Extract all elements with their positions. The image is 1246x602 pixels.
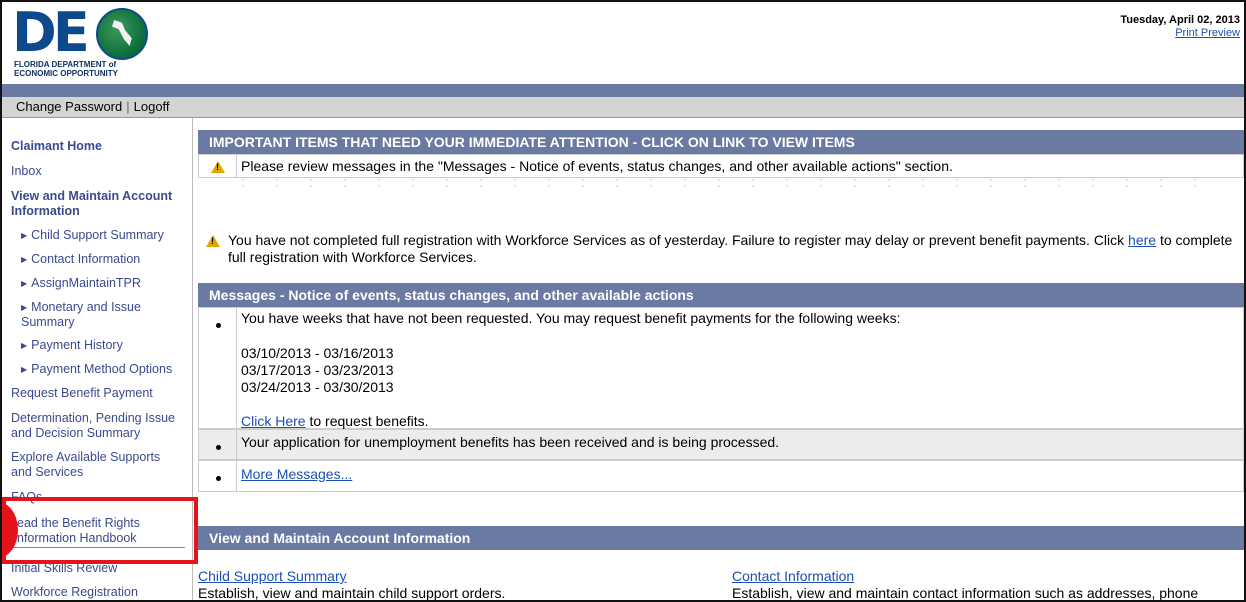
important-items-row: Please review messages in the "Messages … bbox=[198, 154, 1244, 178]
sidebar-item-label: AssignMaintainTPR bbox=[31, 276, 141, 290]
registration-warning: You have not completed full registration… bbox=[206, 232, 1236, 265]
sidebar-item-label: Contact Information bbox=[31, 252, 141, 266]
page-frame: DE FLORIDA DEPARTMENT of ECONOMIC OPPORT… bbox=[0, 0, 1246, 602]
sidebar-item-label: Monetary and Issue Summary bbox=[21, 300, 141, 329]
sidebar-item-determination[interactable]: Determination, Pending Issue and Decisio… bbox=[11, 411, 191, 441]
week-item: 03/10/2013 - 03/16/2013 bbox=[241, 345, 394, 361]
sidebar-item-payment-method-options[interactable]: ▶ Payment Method Options bbox=[21, 362, 172, 377]
bullet-icon bbox=[216, 476, 221, 481]
sidebar-item-label: Child Support Summary bbox=[31, 228, 164, 242]
more-messages-cell: More Messages... bbox=[241, 466, 1239, 483]
sidebar-item-child-support[interactable]: ▶ Child Support Summary bbox=[21, 228, 164, 243]
logo-text-line2: ECONOMIC OPPORTUNITY bbox=[14, 69, 119, 78]
application-message: Your application for unemployment benefi… bbox=[241, 434, 780, 450]
faded-separator bbox=[226, 177, 1216, 187]
child-support-block: Child Support Summary Establish, view an… bbox=[198, 568, 698, 601]
arrow-right-icon: ▶ bbox=[21, 231, 28, 240]
week-item: 03/17/2013 - 03/23/2013 bbox=[241, 362, 394, 378]
warning-icon-cell bbox=[199, 155, 237, 177]
account-section-header: View and Maintain Account Information bbox=[198, 526, 1244, 550]
messages-header: Messages - Notice of events, status chan… bbox=[198, 283, 1244, 307]
arrow-right-icon: ▶ bbox=[21, 341, 28, 350]
bullet-icon bbox=[216, 445, 221, 450]
logo-text-line1: FLORIDA DEPARTMENT of bbox=[14, 60, 117, 69]
registration-here-link[interactable]: here bbox=[1128, 232, 1156, 248]
contact-information-description: Establish, view and maintain contact inf… bbox=[732, 585, 1199, 601]
sidebar-item-label: Payment History bbox=[31, 338, 123, 352]
arrow-right-icon: ▶ bbox=[21, 303, 28, 312]
sidebar-item-workforce-registration[interactable]: Workforce Registration bbox=[11, 585, 138, 600]
registration-text-before: You have not completed full registration… bbox=[228, 232, 1129, 248]
arrow-right-icon: ▶ bbox=[21, 255, 28, 264]
important-message: Please review messages in the "Messages … bbox=[241, 158, 953, 174]
bullet-cell bbox=[199, 430, 237, 459]
date-area: Tuesday, April 02, 2013 Print Preview bbox=[1120, 14, 1240, 40]
sidebar-item-contact-information[interactable]: ▶ Contact Information bbox=[21, 252, 140, 267]
logo-text: FLORIDA DEPARTMENT of ECONOMIC OPPORTUNI… bbox=[14, 60, 118, 78]
main-content: IMPORTANT ITEMS THAT NEED YOUR IMMEDIATE… bbox=[198, 118, 1244, 601]
print-preview-link[interactable]: Print Preview bbox=[1120, 27, 1240, 40]
bullet-cell bbox=[199, 308, 237, 428]
child-support-summary-link[interactable]: Child Support Summary bbox=[198, 568, 347, 584]
more-messages-link[interactable]: More Messages... bbox=[241, 466, 352, 482]
request-benefits-line: Click Here to request benefits. bbox=[241, 413, 1239, 430]
week-item: 03/24/2013 - 03/30/2013 bbox=[241, 379, 394, 395]
sidebar-item-assign-maintain-tpr[interactable]: ▶ AssignMaintainTPR bbox=[21, 276, 141, 291]
arrow-right-icon: ▶ bbox=[21, 365, 28, 374]
sidebar-item-request-benefit-payment[interactable]: Request Benefit Payment bbox=[11, 386, 153, 401]
click-here-link[interactable]: Click Here bbox=[241, 413, 306, 429]
contact-info-block: Contact Information Establish, view and … bbox=[732, 568, 1242, 601]
click-here-suffix: to request benefits. bbox=[305, 413, 429, 429]
toolbar: Change Password | Logoff bbox=[2, 97, 1244, 118]
warning-icon bbox=[211, 161, 225, 173]
current-date: Tuesday, April 02, 2013 bbox=[1120, 14, 1240, 26]
message-row-application: Your application for unemployment benefi… bbox=[198, 429, 1244, 460]
change-password-link[interactable]: Change Password bbox=[12, 99, 126, 114]
sidebar-item-monetary-issue-summary[interactable]: ▶ Monetary and Issue Summary bbox=[21, 300, 171, 330]
weeks-message: You have weeks that have not been reques… bbox=[241, 310, 1239, 430]
sidebar-item-explore-supports[interactable]: Explore Available Supports and Services bbox=[11, 450, 181, 480]
message-row-weeks: You have weeks that have not been reques… bbox=[198, 307, 1244, 429]
sidebar-item-inbox[interactable]: Inbox bbox=[11, 164, 42, 179]
sidebar-item-payment-history[interactable]: ▶ Payment History bbox=[21, 338, 123, 353]
contact-information-link[interactable]: Contact Information bbox=[732, 568, 854, 584]
logo-letters: DE bbox=[12, 1, 90, 64]
warning-icon bbox=[206, 235, 220, 247]
important-items-header: IMPORTANT ITEMS THAT NEED YOUR IMMEDIATE… bbox=[198, 130, 1244, 154]
header-divider-bar bbox=[2, 84, 1244, 97]
sidebar-item-label: Payment Method Options bbox=[31, 362, 173, 376]
sidebar-item-claimant-home[interactable]: Claimant Home bbox=[11, 139, 102, 154]
child-support-description: Establish, view and maintain child suppo… bbox=[198, 585, 506, 601]
header: DE FLORIDA DEPARTMENT of ECONOMIC OPPORT… bbox=[2, 2, 1244, 84]
deo-logo[interactable]: DE FLORIDA DEPARTMENT of ECONOMIC OPPORT… bbox=[12, 1, 148, 80]
logoff-link[interactable]: Logoff bbox=[130, 99, 174, 114]
annotation-highlight-box bbox=[2, 497, 198, 564]
bullet-cell bbox=[199, 461, 237, 491]
registration-warning-text: You have not completed full registration… bbox=[228, 232, 1238, 266]
arrow-right-icon: ▶ bbox=[21, 279, 28, 288]
bullet-icon bbox=[216, 323, 221, 328]
sidebar-item-view-maintain[interactable]: View and Maintain Account Information bbox=[11, 189, 191, 219]
message-row-more: More Messages... bbox=[198, 460, 1244, 492]
logo-globe-icon bbox=[96, 8, 148, 60]
weeks-intro: You have weeks that have not been reques… bbox=[241, 310, 901, 326]
